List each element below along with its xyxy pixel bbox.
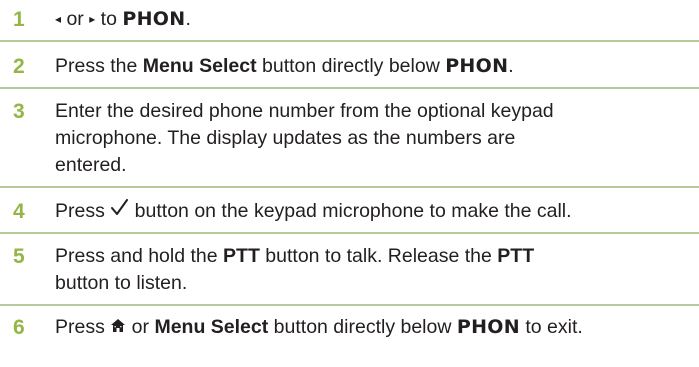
text-mid: button directly below: [256, 55, 446, 77]
step-text: Press or Menu Select button directly bel…: [55, 316, 583, 338]
checkmark-icon: [110, 198, 129, 225]
text-rest: button on the keypad microphone to make …: [129, 200, 572, 222]
text-or: or: [126, 316, 155, 338]
step-text-line: microphone. The display updates as the n…: [55, 127, 516, 149]
ptt-label: PTT: [497, 245, 535, 267]
step-text: ◂ or ▸ to PHON.: [55, 8, 191, 30]
left-arrow-icon: ◂: [55, 12, 62, 26]
step-3: 3 Enter the desired phone number from th…: [0, 98, 699, 179]
step-text-line: Press and hold the PTT button to talk. R…: [55, 243, 695, 270]
text-press: Press the: [55, 55, 143, 77]
text-or: or: [61, 8, 90, 30]
divider: [0, 304, 699, 306]
text-end: .: [185, 8, 191, 30]
step-2: 2 Press the Menu Select button directly …: [0, 53, 699, 80]
step-5: 5 Press and hold the PTT button to talk.…: [0, 243, 699, 297]
step-text-line: Enter the desired phone number from the …: [55, 100, 554, 122]
menu-select-label: Menu Select: [154, 316, 269, 338]
menu-select-label: Menu Select: [142, 55, 257, 77]
step-4: 4 Press button on the keypad microphone …: [0, 198, 699, 225]
text-end: .: [508, 55, 514, 77]
step-text-line: entered.: [55, 154, 127, 176]
divider: [0, 40, 699, 42]
text-press: Press: [55, 200, 111, 222]
step-number: 3: [13, 100, 25, 123]
text-mid: button to talk. Release the: [259, 245, 498, 267]
step-number: 1: [13, 8, 25, 31]
divider: [0, 186, 699, 188]
ptt-label: PTT: [223, 245, 260, 267]
step-text: Press the Menu Select button directly be…: [55, 55, 514, 77]
step-number: 5: [13, 245, 25, 268]
divider: [0, 232, 699, 234]
text-end: to exit.: [519, 316, 583, 338]
display-label-phon: PHON: [445, 55, 509, 77]
text-to: to: [95, 8, 123, 30]
text-press: Press and hold the: [55, 245, 224, 267]
home-icon: [110, 314, 126, 341]
display-label-phon: PHON: [122, 8, 186, 30]
divider: [0, 87, 699, 89]
display-label-phon: PHON: [456, 316, 520, 338]
text-mid: button directly below: [268, 316, 457, 338]
step-number: 4: [13, 200, 25, 223]
step-number: 6: [13, 316, 25, 339]
step-6: 6 Press or Menu Select button directly b…: [0, 314, 699, 341]
right-arrow-icon: ▸: [89, 12, 96, 26]
text-press: Press: [55, 316, 111, 338]
step-1: 1 ◂ or ▸ to PHON.: [0, 6, 699, 35]
step-text: Press button on the keypad microphone to…: [55, 198, 572, 225]
step-text-line: button to listen.: [55, 272, 188, 294]
step-number: 2: [13, 55, 25, 78]
